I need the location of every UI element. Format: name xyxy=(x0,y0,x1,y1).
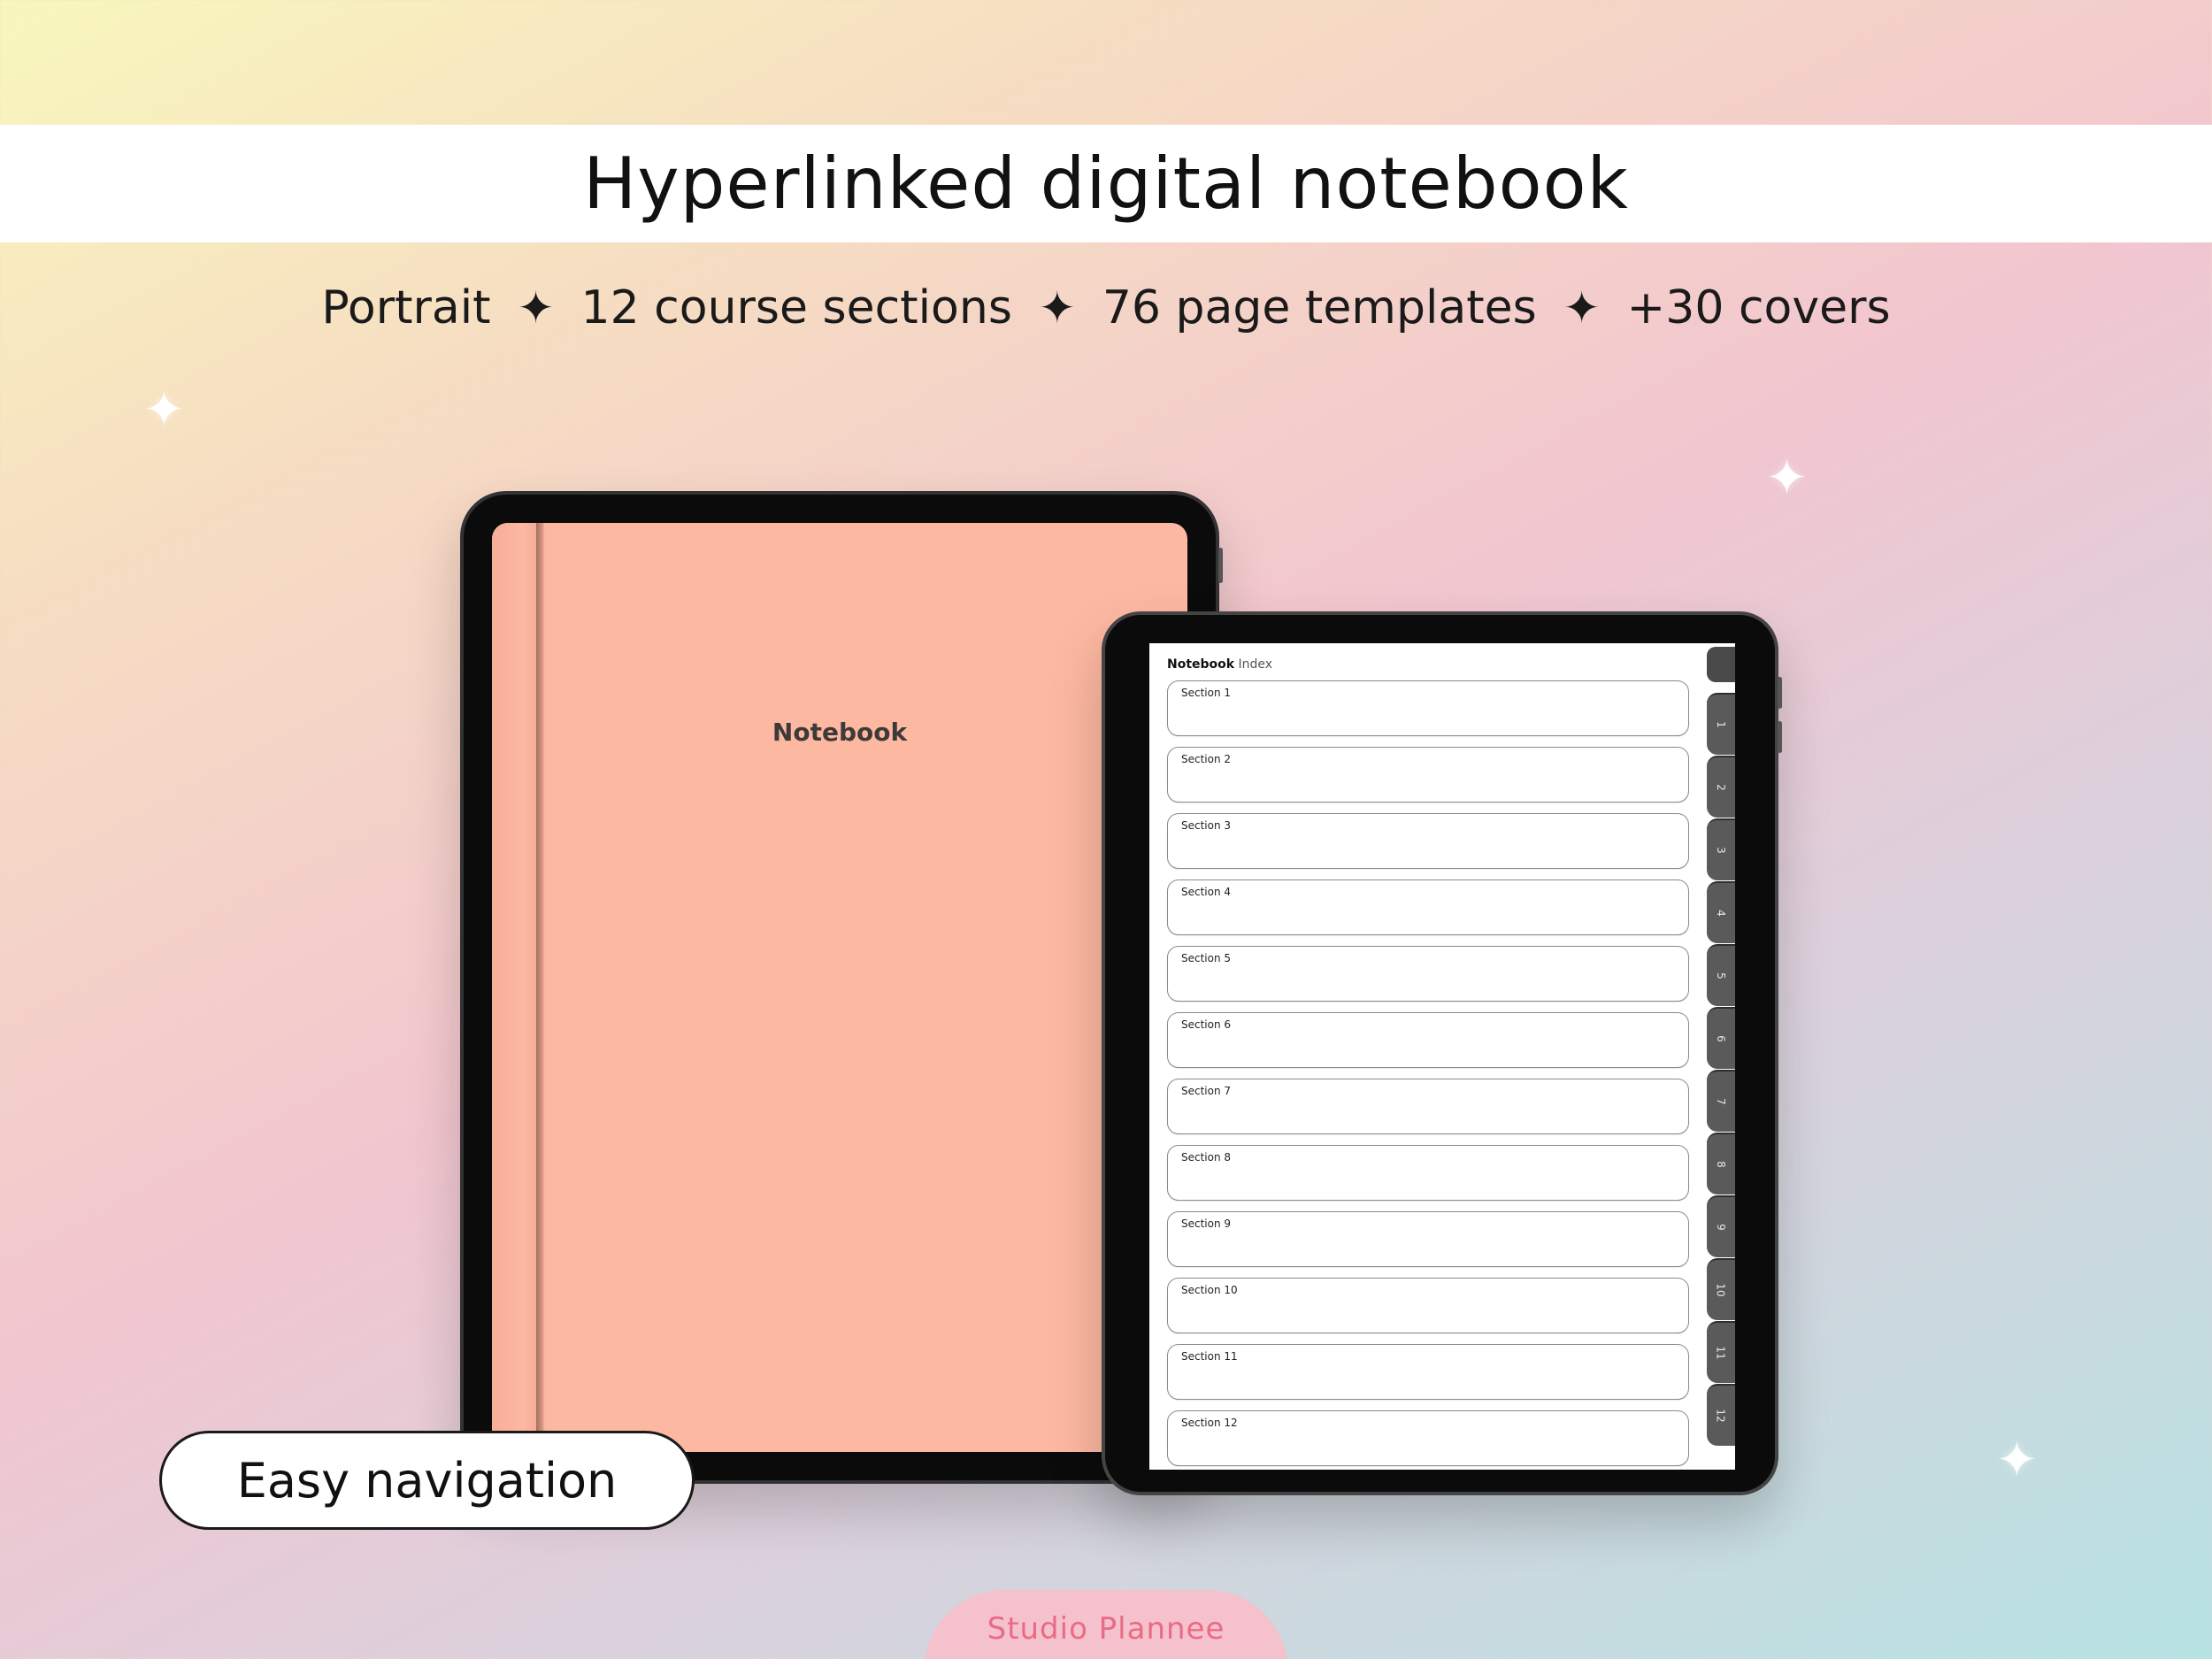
tab-section-4[interactable]: 4 xyxy=(1707,881,1735,943)
section-label: Section 9 xyxy=(1181,1217,1232,1230)
tab-section-5[interactable]: 5 xyxy=(1707,944,1735,1006)
sparkle-icon: ✦ xyxy=(143,381,185,437)
section-box[interactable]: Section 10 xyxy=(1167,1278,1689,1333)
tab-label: 11 xyxy=(1715,1346,1727,1360)
tab-home[interactable] xyxy=(1707,647,1735,682)
easy-navigation-badge: Easy navigation xyxy=(159,1431,695,1530)
section-list: Section 1 Section 2 Section 3 Section 4 Sect… xyxy=(1167,680,1689,1470)
section-label: Section 6 xyxy=(1181,1018,1232,1031)
tab-label: 2 xyxy=(1714,784,1727,791)
tab-label: 12 xyxy=(1715,1409,1727,1423)
tab-section-11[interactable]: 11 xyxy=(1707,1321,1735,1383)
tab-label: 1 xyxy=(1714,721,1727,728)
section-box[interactable]: Section 8 xyxy=(1167,1145,1689,1201)
section-box[interactable]: Section 2 xyxy=(1167,747,1689,803)
index-header: Notebook Index xyxy=(1167,657,1272,672)
tab-section-10[interactable]: 10 xyxy=(1707,1258,1735,1320)
index-subtitle: Index xyxy=(1238,657,1273,672)
tab-section-2[interactable]: 2 xyxy=(1707,756,1735,818)
section-box[interactable]: Section 11 xyxy=(1167,1344,1689,1400)
tab-section-3[interactable]: 3 xyxy=(1707,818,1735,880)
tab-section-7[interactable]: 7 xyxy=(1707,1070,1735,1132)
page-title: Hyperlinked digital notebook xyxy=(583,142,1629,225)
tab-label: 8 xyxy=(1714,1161,1727,1168)
star-separator-icon: ✦ xyxy=(517,282,555,334)
cover-title: Notebook xyxy=(772,718,908,747)
section-label: Section 8 xyxy=(1181,1151,1232,1164)
tab-label: 5 xyxy=(1714,972,1727,979)
section-label: Section 3 xyxy=(1181,819,1232,832)
tab-section-6[interactable]: 6 xyxy=(1707,1007,1735,1069)
tab-label: 9 xyxy=(1714,1224,1727,1231)
section-box[interactable]: Section 12 xyxy=(1167,1410,1689,1466)
tablet-index-view: Notebook Index Section 1 Section 2 Section… xyxy=(1102,611,1782,1495)
feature-templates: 76 page templates xyxy=(1102,281,1537,334)
tab-label: 7 xyxy=(1714,1098,1727,1105)
tab-label: 6 xyxy=(1714,1035,1727,1042)
tab-section-1[interactable]: 1 xyxy=(1707,693,1735,755)
feature-sections: 12 course sections xyxy=(580,281,1012,334)
feature-covers: +30 covers xyxy=(1626,281,1891,334)
star-separator-icon: ✦ xyxy=(1563,282,1601,334)
section-box[interactable]: Section 5 xyxy=(1167,946,1689,1002)
tab-section-9[interactable]: 9 xyxy=(1707,1195,1735,1257)
section-label: Section 2 xyxy=(1181,753,1232,765)
section-box[interactable]: Section 4 xyxy=(1167,879,1689,935)
index-page: Notebook Index Section 1 Section 2 Section… xyxy=(1149,643,1735,1470)
sparkle-icon: ✦ xyxy=(1996,1432,2038,1487)
tab-label: 10 xyxy=(1715,1283,1727,1297)
badge-label: Easy navigation xyxy=(236,1452,618,1509)
brand-name: Studio Plannee xyxy=(987,1611,1225,1647)
index-title: Notebook xyxy=(1167,657,1235,672)
title-banner: Hyperlinked digital notebook xyxy=(0,125,2212,242)
section-label: Section 11 xyxy=(1181,1350,1238,1363)
brand-tab: Studio Plannee xyxy=(925,1590,1287,1659)
tab-label: 3 xyxy=(1714,847,1727,854)
section-label: Section 10 xyxy=(1181,1284,1238,1296)
sparkle-icon: ✦ xyxy=(1766,449,1808,505)
tablet-side-button xyxy=(1778,677,1782,709)
notebook-cover[interactable]: Notebook xyxy=(492,523,1187,1452)
tab-section-8[interactable]: 8 xyxy=(1707,1133,1735,1194)
section-box[interactable]: Section 3 xyxy=(1167,813,1689,869)
section-box[interactable]: Section 7 xyxy=(1167,1079,1689,1134)
tablet-side-button xyxy=(1778,721,1782,753)
feature-list: Portrait ✦ 12 course sections ✦ 76 page … xyxy=(0,273,2212,343)
tablet-side-button xyxy=(1218,548,1223,583)
section-box[interactable]: Section 1 xyxy=(1167,680,1689,736)
feature-portrait: Portrait xyxy=(321,281,491,334)
section-label: Section 4 xyxy=(1181,886,1232,898)
cover-spine-shadow xyxy=(536,523,545,1452)
section-label: Section 7 xyxy=(1181,1085,1232,1097)
section-box[interactable]: Section 9 xyxy=(1167,1211,1689,1267)
section-label: Section 1 xyxy=(1181,687,1232,699)
section-label: Section 12 xyxy=(1181,1417,1238,1429)
section-box[interactable]: Section 6 xyxy=(1167,1012,1689,1068)
star-separator-icon: ✦ xyxy=(1038,282,1076,334)
tab-section-12[interactable]: 12 xyxy=(1707,1384,1735,1446)
section-label: Section 5 xyxy=(1181,952,1232,964)
tab-label: 4 xyxy=(1714,910,1727,917)
section-tabs: 1 2 3 4 5 6 7 8 9 10 11 12 xyxy=(1707,647,1735,1470)
